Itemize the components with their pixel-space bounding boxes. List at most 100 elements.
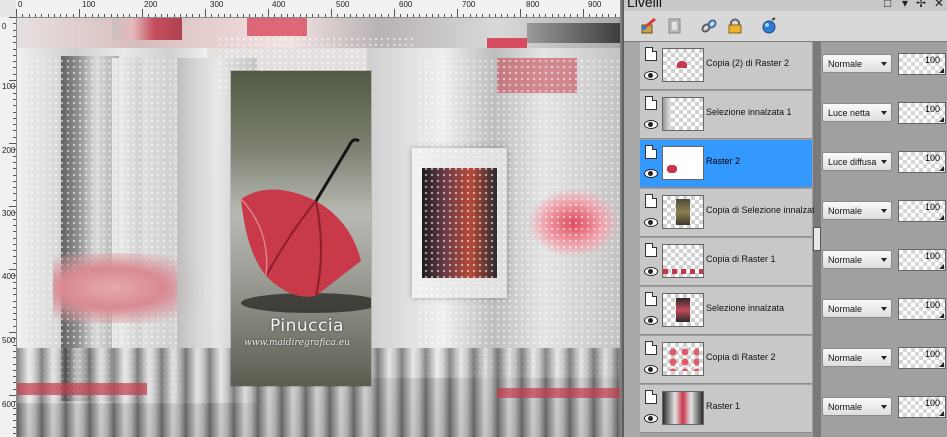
layer-type-icon (645, 96, 657, 110)
layer-entry[interactable]: Copia di Selezione innalzata (640, 189, 814, 237)
layer-row[interactable]: Copia di Raster 2 Normale 100 (640, 336, 946, 384)
panel-title-bar[interactable]: Livelli □ ▾ ✢ ✕ (624, 0, 947, 11)
layer-row[interactable]: Copia di Selezione innalzata Normale 100 (640, 189, 946, 237)
ruler-tick (406, 14, 408, 17)
ruler-tick (72, 14, 74, 17)
layer-name[interactable]: Copia di Raster 1 (706, 254, 814, 264)
paint-brush-icon[interactable] (638, 15, 660, 37)
layer-entry[interactable]: Selezione innalzata (640, 287, 812, 335)
eye-icon[interactable] (644, 169, 658, 178)
layer-row[interactable]: Selezione innalzata 1 Luce netta 100 (640, 91, 946, 139)
eye-icon[interactable] (644, 365, 658, 374)
layer-entry[interactable]: Raster 1 (640, 385, 812, 433)
link-icon[interactable] (698, 15, 720, 37)
layer-name[interactable]: Raster 1 (706, 401, 814, 411)
eye-icon[interactable] (644, 120, 658, 129)
layer-entry[interactable]: Copia (2) di Raster 2 (640, 42, 812, 90)
blend-mode-select[interactable]: Normale (822, 250, 892, 269)
layer-name[interactable]: Selezione innalzata (706, 303, 814, 313)
opacity-field[interactable]: 100 (898, 151, 946, 173)
dropdown-arrow-icon (881, 111, 887, 115)
lock-icon[interactable] (724, 15, 746, 37)
ruler-tick (53, 14, 55, 17)
ruler-tick (13, 35, 16, 37)
layer-entry[interactable]: Copia di Raster 1 (640, 238, 812, 286)
ruler-tick (13, 363, 16, 365)
ruler-tick (13, 313, 16, 315)
ruler-tick (431, 14, 433, 17)
ruler-label: 200 (2, 146, 16, 155)
ruler-tick (13, 243, 16, 245)
blend-mode-select[interactable]: Normale (822, 348, 892, 367)
ruler-tick (13, 98, 16, 100)
eye-icon[interactable] (644, 71, 658, 80)
ruler-tick (595, 14, 597, 17)
ruler-tick (13, 149, 16, 151)
layer-entry[interactable]: Copia di Raster 2 (640, 336, 812, 384)
artwork-canvas[interactable]: Pinuccia www.maidiregrafica.eu (17, 18, 620, 437)
layer-entry[interactable]: Selezione innalzata 1 (640, 91, 812, 139)
ruler-tick (419, 14, 421, 17)
layer-toggles (640, 91, 660, 138)
dropdown-arrow-icon (881, 405, 887, 409)
ruler-tick (261, 14, 263, 17)
ruler-tick (463, 14, 465, 17)
blend-mode-select[interactable]: Normale (822, 299, 892, 318)
menu-arrow-icon[interactable]: ▾ (902, 0, 908, 10)
layer-name[interactable]: Raster 2 (706, 156, 814, 166)
layer-style-icon[interactable] (758, 15, 780, 37)
canvas-area[interactable]: 0 100 200 300 400 500 600 700 800 900 0 … (0, 0, 620, 437)
ruler-tick (13, 413, 16, 415)
layer-row[interactable]: Copia di Raster 1 Normale 100 (640, 238, 946, 286)
red-streak (497, 388, 620, 398)
ruler-tick (13, 237, 16, 239)
blend-mode-select[interactable]: Luce netta (822, 103, 892, 122)
blend-mode-select[interactable]: Normale (822, 201, 892, 220)
dot-overlay (417, 58, 620, 378)
opacity-value: 100 (924, 398, 940, 408)
eye-icon[interactable] (644, 218, 658, 227)
layer-row[interactable]: Selezione innalzata Normale 100 (640, 287, 946, 335)
ruler-tick (13, 155, 16, 157)
close-icon[interactable]: ✕ (934, 0, 944, 10)
ruler-tick (13, 42, 16, 44)
eye-icon[interactable] (644, 316, 658, 325)
opacity-field[interactable]: 100 (898, 102, 946, 124)
opacity-slider-icon (939, 264, 944, 269)
maximize-icon[interactable]: □ (884, 0, 891, 10)
pin-icon[interactable]: ✢ (916, 0, 926, 10)
opacity-field[interactable]: 100 (898, 396, 946, 418)
blend-mode-select[interactable]: Normale (822, 54, 892, 73)
blend-mode-select[interactable]: Normale (822, 397, 892, 416)
opacity-field[interactable]: 100 (898, 53, 946, 75)
ruler-tick (13, 275, 16, 277)
layer-toggles (640, 287, 660, 334)
opacity-field[interactable]: 100 (898, 347, 946, 369)
opacity-field[interactable]: 100 (898, 298, 946, 320)
layer-row[interactable]: Raster 1 Normale 100 (640, 385, 946, 433)
layer-thumbnail (662, 48, 704, 82)
layer-row[interactable]: Copia (2) di Raster 2 Normale 100 (640, 42, 946, 90)
ruler-tick (545, 14, 547, 17)
opacity-field[interactable]: 100 (898, 249, 946, 271)
ruler-tick (13, 432, 16, 434)
layer-type-icon (645, 341, 657, 355)
layer-entry[interactable]: Raster 2 (640, 140, 812, 188)
layer-name[interactable]: Selezione innalzata 1 (706, 107, 814, 117)
blend-mode-value: Luce netta (828, 108, 871, 118)
opacity-field[interactable]: 100 (898, 200, 946, 222)
ruler-tick (412, 14, 414, 17)
eye-icon[interactable] (644, 267, 658, 276)
dropdown-arrow-icon (881, 258, 887, 262)
layer-name[interactable]: Copia di Selezione innalzata (706, 205, 814, 215)
layer-name[interactable]: Copia di Raster 2 (706, 352, 814, 362)
layer-toggles (640, 238, 660, 285)
ruler-tick (501, 14, 503, 17)
layer-row-selected[interactable]: Raster 2 Luce diffusa 100 (640, 140, 946, 188)
opacity-slider-icon (939, 166, 944, 171)
layer-name[interactable]: Copia (2) di Raster 2 (706, 58, 814, 68)
red-streak (247, 18, 307, 36)
mask-icon[interactable] (664, 15, 686, 37)
eye-icon[interactable] (644, 414, 658, 423)
blend-mode-select[interactable]: Luce diffusa (822, 152, 892, 171)
